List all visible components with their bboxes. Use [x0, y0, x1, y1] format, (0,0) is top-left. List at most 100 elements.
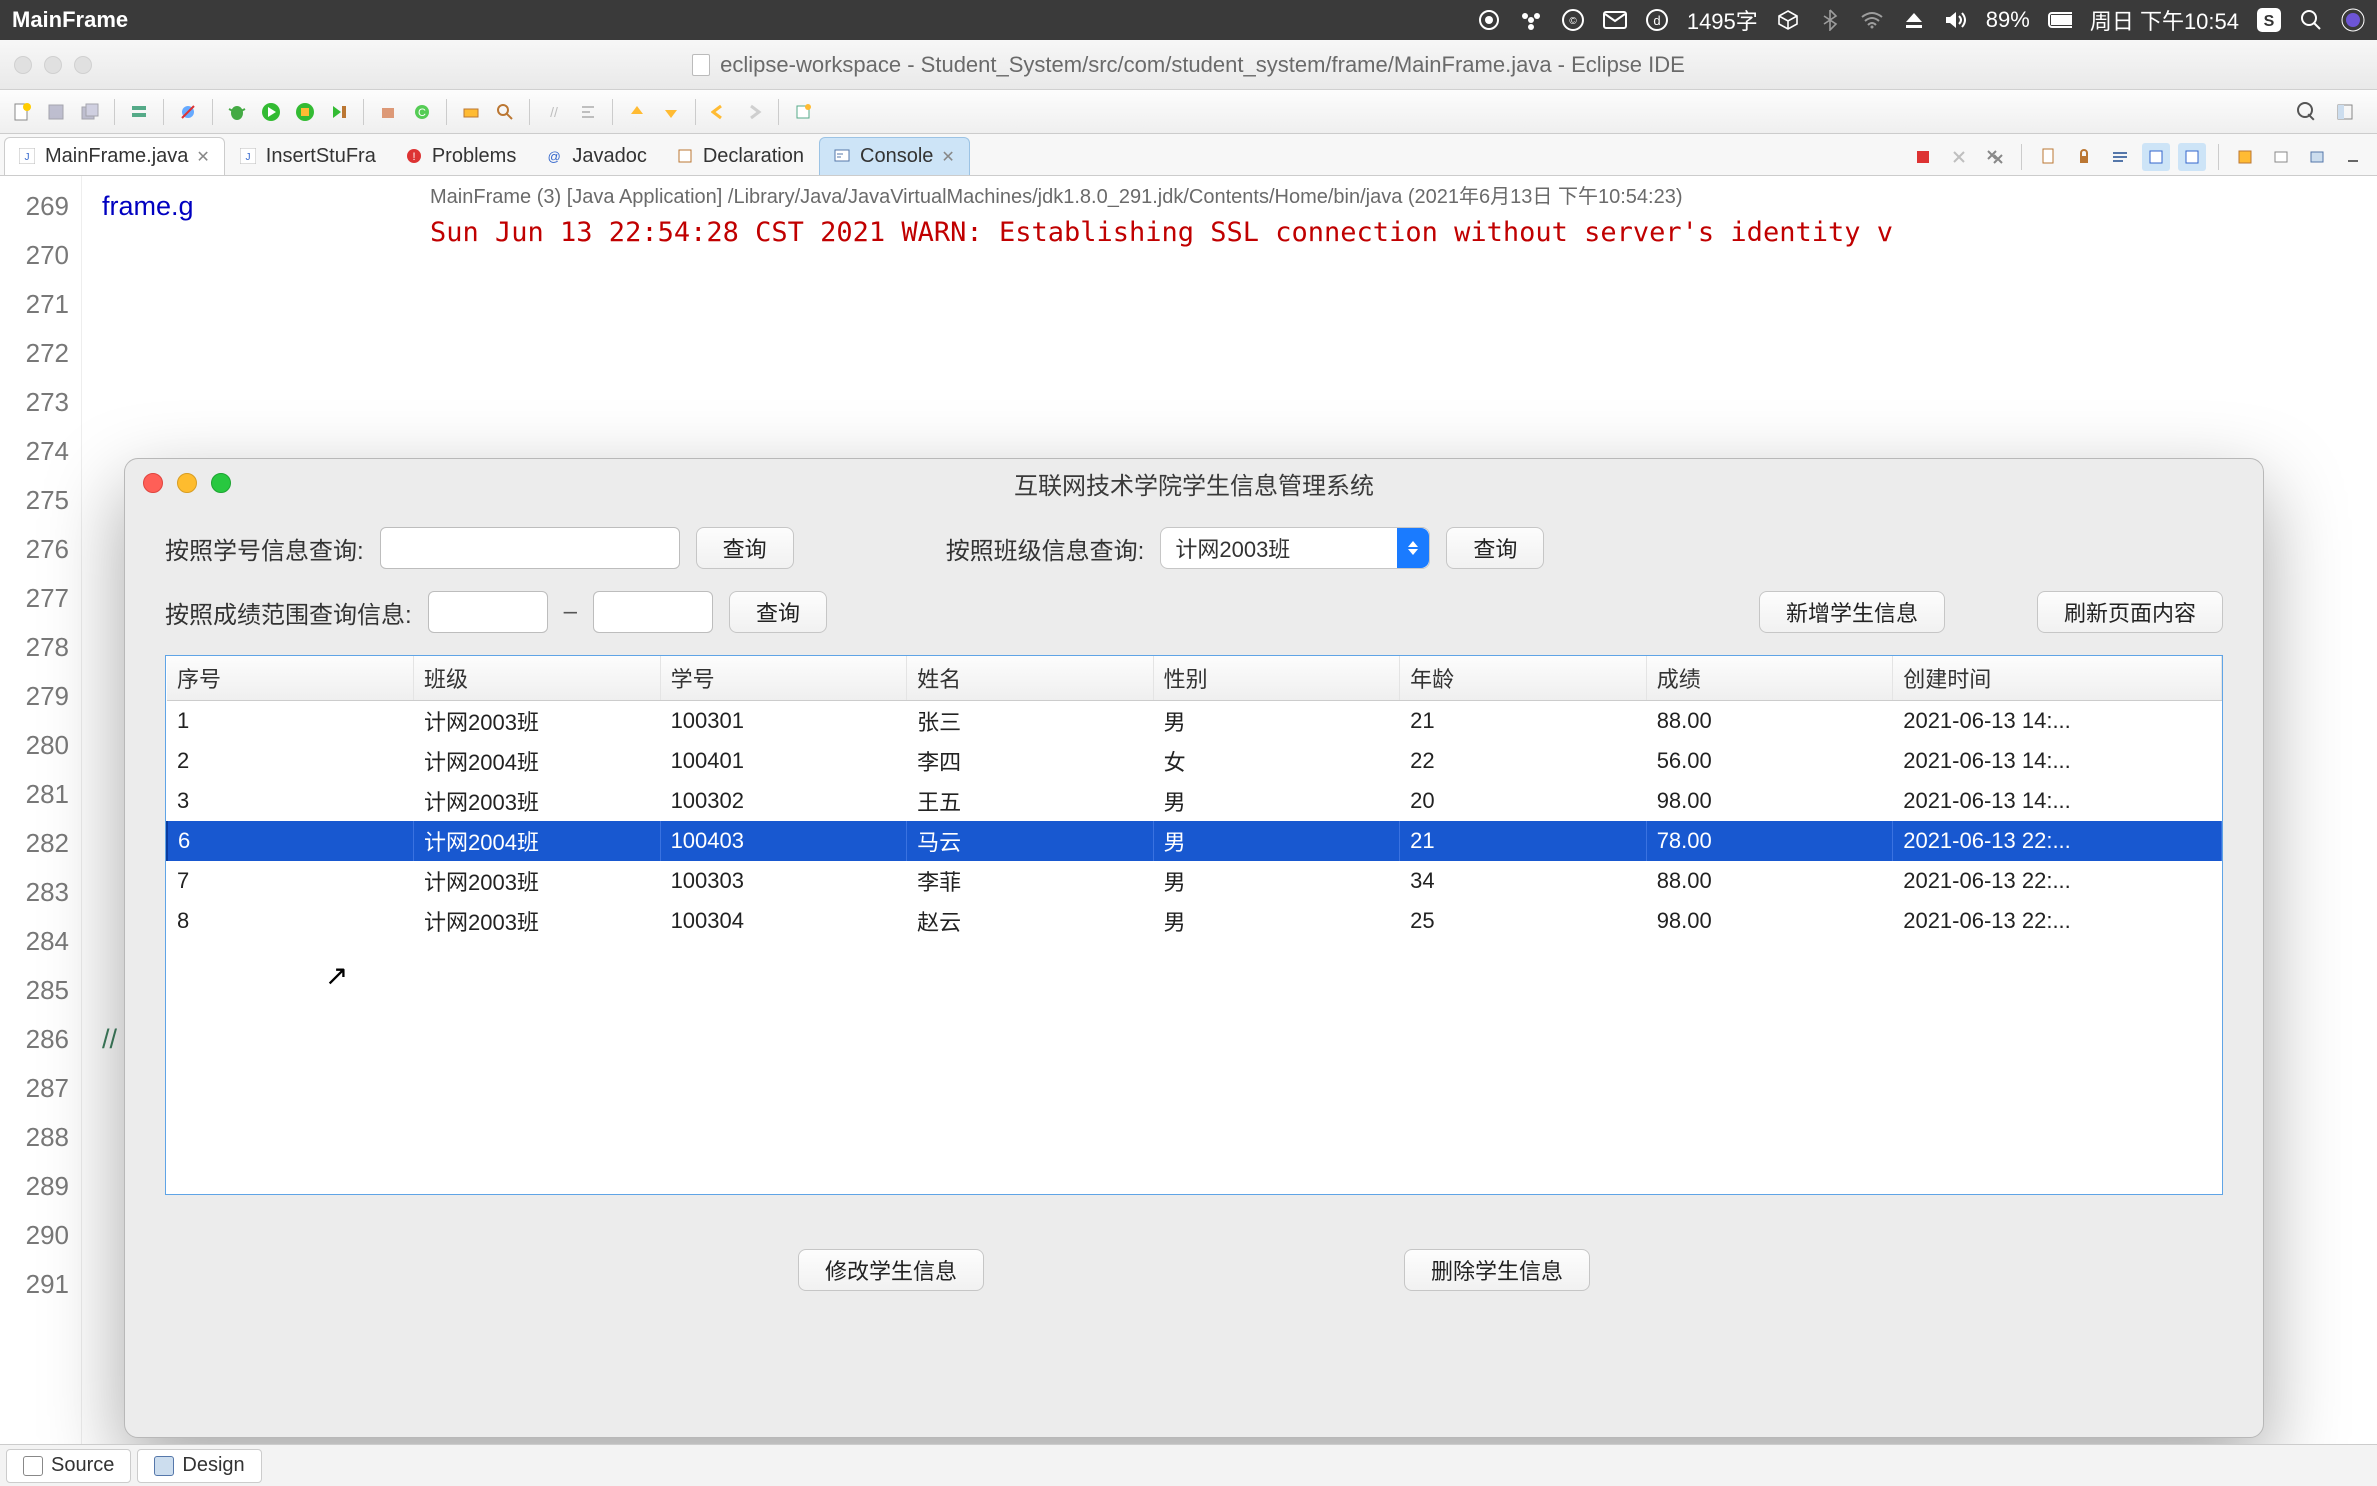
minimize-icon[interactable] [2339, 143, 2367, 171]
save-icon[interactable] [42, 98, 70, 126]
table-row[interactable]: 7计网2003班100303李菲男3488.002021-06-13 22:..… [167, 861, 2222, 901]
source-tab[interactable]: Source [6, 1449, 131, 1483]
new-icon[interactable] [8, 98, 36, 126]
show-console-on-err-icon[interactable] [2178, 143, 2206, 171]
column-header[interactable]: 序号 [167, 656, 414, 701]
table-cell: 计网2003班 [414, 701, 661, 742]
tab-declaration[interactable]: Declaration [662, 137, 819, 175]
remove-all-icon[interactable] [1981, 143, 2009, 171]
remove-launch-icon[interactable] [1945, 143, 1973, 171]
perspective-icon[interactable] [2331, 98, 2359, 126]
class-combo[interactable]: 计网2003班 [1160, 527, 1430, 569]
dialog-titlebar[interactable]: 互联网技术学院学生信息管理系统 [125, 459, 2263, 507]
column-header[interactable]: 学号 [660, 656, 907, 701]
word-wrap-icon[interactable] [2106, 143, 2134, 171]
query-by-id-button[interactable]: 查询 [696, 527, 794, 569]
chevron-updown-icon[interactable] [1397, 528, 1429, 568]
table-cell: 34 [1400, 861, 1647, 901]
tab-problems[interactable]: ! Problems [391, 137, 531, 175]
new-package-icon[interactable] [374, 98, 402, 126]
table-cell: 1 [167, 701, 414, 742]
tab-mainframe[interactable]: J MainFrame.java ✕ [4, 137, 225, 175]
close-icon[interactable]: ✕ [941, 147, 954, 167]
battery-icon [2048, 8, 2072, 32]
column-header[interactable]: 创建时间 [1893, 656, 2222, 701]
prev-annotation-icon[interactable] [623, 98, 651, 126]
close-icon[interactable] [143, 473, 163, 493]
query-by-score-button[interactable]: 查询 [729, 591, 827, 633]
display-selected-icon[interactable] [2267, 143, 2295, 171]
score-max-input[interactable] [593, 591, 713, 633]
sogou-icon[interactable]: S [2257, 8, 2281, 32]
tab-label: InsertStuFra [266, 145, 376, 168]
student-table[interactable]: 序号班级学号姓名性别年龄成绩创建时间 1计网2003班100301张三男2188… [166, 656, 2222, 941]
toggle-breadcrumb-icon[interactable] [125, 98, 153, 126]
table-row[interactable]: 6计网2004班100403马云男2178.002021-06-13 22:..… [167, 821, 2222, 861]
pin-console-icon[interactable] [2231, 143, 2259, 171]
table-cell: 6 [167, 821, 414, 861]
column-header[interactable]: 成绩 [1646, 656, 1893, 701]
column-header[interactable]: 班级 [414, 656, 661, 701]
terminate-icon[interactable] [1909, 143, 1937, 171]
clear-console-icon[interactable] [2034, 143, 2062, 171]
open-type-icon[interactable] [457, 98, 485, 126]
show-console-on-out-icon[interactable] [2142, 143, 2170, 171]
tab-console[interactable]: Console ✕ [819, 137, 970, 175]
add-student-button[interactable]: 新增学生信息 [1759, 591, 1945, 633]
zoom-icon[interactable] [211, 473, 231, 493]
tab-insertstufra[interactable]: J InsertStuFra [225, 137, 391, 175]
eject-icon[interactable] [1902, 8, 1926, 32]
format-icon[interactable] [574, 98, 602, 126]
search-icon[interactable] [491, 98, 519, 126]
table-row[interactable]: 1计网2003班100301张三男2188.002021-06-13 14:..… [167, 701, 2222, 742]
save-all-icon[interactable] [76, 98, 104, 126]
spotlight-icon[interactable] [2299, 8, 2323, 32]
column-header[interactable]: 年龄 [1400, 656, 1647, 701]
minimize-icon[interactable] [177, 473, 197, 493]
coverage-icon[interactable] [291, 98, 319, 126]
back-icon[interactable] [706, 98, 734, 126]
window-traffic-lights[interactable] [14, 56, 92, 74]
column-header[interactable]: 性别 [1153, 656, 1400, 701]
fan-icon[interactable] [1519, 8, 1543, 32]
table-row[interactable]: 2计网2004班100401李四女2256.002021-06-13 14:..… [167, 741, 2222, 781]
mail-icon[interactable] [1603, 8, 1627, 32]
cube-icon[interactable] [1776, 8, 1800, 32]
svg-text:d: d [1653, 13, 1660, 28]
wifi-icon[interactable] [1860, 8, 1884, 32]
siri-icon[interactable] [2341, 8, 2365, 32]
skip-breakpoints-icon[interactable] [174, 98, 202, 126]
table-cell: 男 [1153, 701, 1400, 742]
dialog-traffic-lights[interactable] [143, 473, 231, 493]
design-tab[interactable]: Design [137, 1449, 261, 1483]
quick-search-icon[interactable] [2293, 98, 2321, 126]
refresh-button[interactable]: 刷新页面内容 [2037, 591, 2223, 633]
scroll-lock-icon[interactable] [2070, 143, 2098, 171]
open-console-icon[interactable] [2303, 143, 2331, 171]
volume-icon[interactable] [1944, 8, 1968, 32]
record-icon[interactable] [1477, 8, 1501, 32]
run-icon[interactable] [257, 98, 285, 126]
score-min-input[interactable] [428, 591, 548, 633]
table-row[interactable]: 8计网2003班100304赵云男2598.002021-06-13 22:..… [167, 901, 2222, 941]
delete-student-button[interactable]: 删除学生信息 [1404, 1249, 1590, 1291]
edit-student-button[interactable]: 修改学生信息 [798, 1249, 984, 1291]
run-last-icon[interactable] [325, 98, 353, 126]
table-row[interactable]: 3计网2003班100302王五男2098.002021-06-13 14:..… [167, 781, 2222, 821]
new-class-icon[interactable]: C [408, 98, 436, 126]
debug-icon[interactable] [223, 98, 251, 126]
d-icon[interactable]: d [1645, 8, 1669, 32]
bluetooth-icon[interactable] [1818, 8, 1842, 32]
column-header[interactable]: 姓名 [907, 656, 1154, 701]
pin-editor-icon[interactable] [789, 98, 817, 126]
forward-icon[interactable] [740, 98, 768, 126]
student-id-input[interactable] [380, 527, 680, 569]
tab-javadoc[interactable]: @ Javadoc [531, 137, 662, 175]
toggle-comment-icon[interactable]: // [540, 98, 568, 126]
next-annotation-icon[interactable] [657, 98, 685, 126]
table-cell: 2021-06-13 22:... [1893, 861, 2222, 901]
cc-icon[interactable]: © [1561, 8, 1585, 32]
table-cell: 李菲 [907, 861, 1154, 901]
query-by-class-button[interactable]: 查询 [1446, 527, 1544, 569]
close-icon[interactable]: ✕ [196, 147, 209, 167]
